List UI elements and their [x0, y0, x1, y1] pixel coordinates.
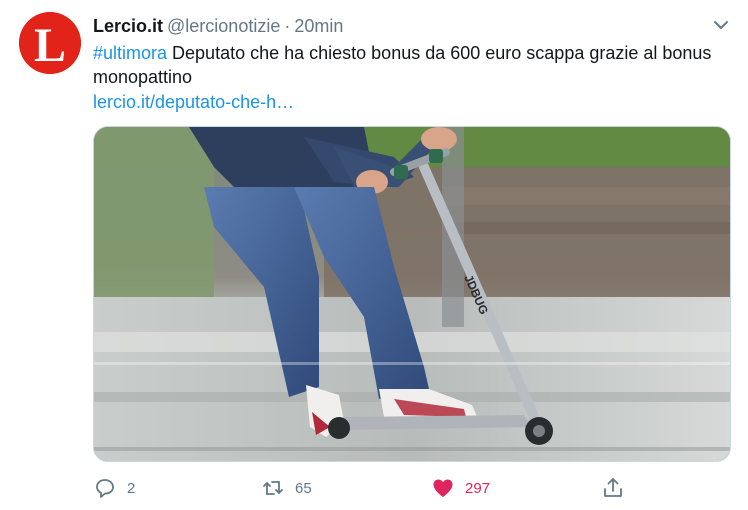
account-handle[interactable]: @lercionotizie [167, 16, 280, 36]
tweet-header: Lercio.it @lercionotizie · 20min [93, 14, 343, 38]
like-button[interactable]: 297 [431, 474, 490, 502]
tweet[interactable]: L Lercio.it @lercionotizie · 20min #ultimor… [0, 0, 748, 510]
share-icon [604, 478, 622, 497]
share-button[interactable] [601, 474, 625, 502]
tweet-body: Deputato che ha chiesto bonus da 600 eur… [93, 43, 712, 87]
avatar-letter: L [34, 19, 66, 72]
reply-count: 2 [127, 479, 136, 497]
article-link[interactable]: lercio.it/deputato-che-h… [93, 90, 294, 114]
retweet-button[interactable]: 65 [261, 474, 312, 502]
hashtag-link[interactable]: #ultimora [93, 43, 167, 63]
reply-icon [96, 479, 114, 498]
retweet-count: 65 [295, 479, 312, 497]
retweet-icon [263, 481, 283, 495]
account-name[interactable]: Lercio.it [93, 16, 163, 36]
tweet-image[interactable]: JDBUG [93, 126, 731, 462]
chevron-down-icon[interactable] [710, 14, 732, 36]
separator-dot: · [284, 16, 291, 36]
like-count: 297 [465, 479, 491, 497]
action-bar: 2 65 297 [93, 474, 733, 502]
avatar[interactable]: L [19, 12, 81, 74]
reply-button[interactable]: 2 [93, 474, 135, 502]
heart-icon [433, 479, 453, 497]
timestamp[interactable]: 20min [294, 16, 343, 36]
tweet-text: #ultimora Deputato che ha chiesto bonus … [93, 41, 713, 89]
